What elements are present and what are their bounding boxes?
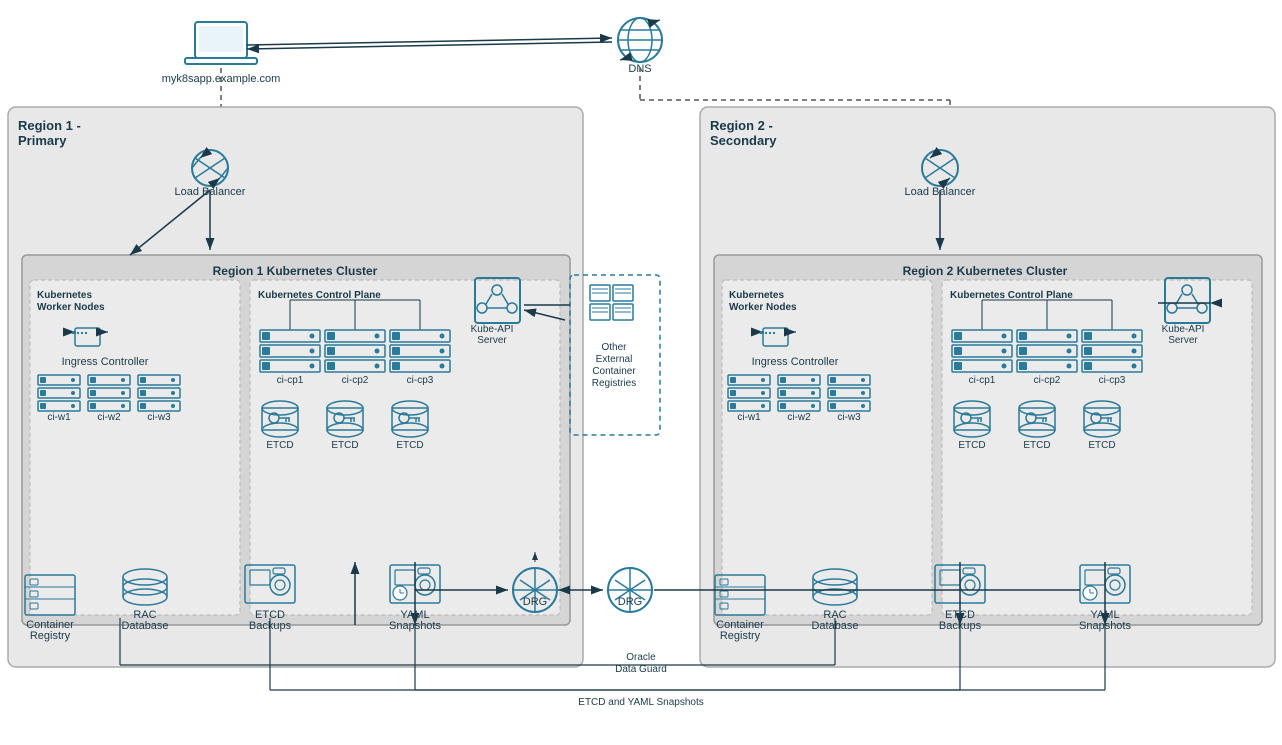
container-registry1-label2: Registry: [30, 630, 71, 642]
other-registries-label2: External: [596, 354, 633, 365]
etcd3-r1-label: ETCD: [396, 440, 423, 451]
other-registries-icon: [590, 285, 633, 320]
ci-cp3-r2-label: ci-cp3: [1099, 375, 1126, 386]
ci-cp1-r1-label: ci-cp1: [277, 375, 304, 386]
diagram-container: myk8sapp.example.com DNS Region 1 - Prim…: [0, 0, 1282, 745]
region2-label: Region 2 -: [710, 118, 773, 133]
ci-cp1-r2-label: ci-cp1: [969, 375, 996, 386]
ci-w2-r1-label: ci-w2: [97, 412, 121, 423]
region1-label2: Primary: [18, 133, 67, 148]
etcd2-r1-label: ETCD: [331, 440, 358, 451]
control-plane1-title: Kubernetes Control Plane: [258, 290, 381, 301]
other-registries-label4: Registries: [592, 378, 636, 389]
region1-label: Region 1 -: [18, 118, 81, 133]
worker-nodes2-box: [722, 280, 932, 615]
worker-nodes1-title: Kubernetes: [37, 290, 92, 301]
oracle-data-guard-label2: Data Guard: [615, 664, 667, 675]
dns-icon: [618, 18, 662, 62]
worker-nodes1-box: [30, 280, 240, 615]
etcd2-r2-label: ETCD: [1023, 440, 1050, 451]
ci-cp3-r1-label: ci-cp3: [407, 375, 434, 386]
ci-w1-r1-label: ci-w1: [47, 412, 71, 423]
ci-w3-r1-label: ci-w3: [147, 412, 171, 423]
region2-cluster-label: Region 2 Kubernetes Cluster: [903, 264, 1068, 278]
rac-db1-label2: Database: [121, 620, 168, 632]
ci-w1-r2-label: ci-w1: [737, 412, 761, 423]
etcd3-r2-label: ETCD: [1088, 440, 1115, 451]
etcd-yaml-snapshots-label: ETCD and YAML Snapshots: [578, 697, 703, 708]
kube-api2-label: Kube-API: [1162, 324, 1205, 335]
ingress2-label: Ingress Controller: [752, 356, 839, 368]
kube-api1-label2: Server: [477, 335, 507, 346]
ingress1-label: Ingress Controller: [62, 356, 149, 368]
drg2-label: DRG: [618, 596, 642, 608]
laptop-icon: [185, 22, 257, 64]
container-registry2-label2: Registry: [720, 630, 761, 642]
control-plane2-title: Kubernetes Control Plane: [950, 290, 1073, 301]
other-registries-label3: Container: [592, 366, 636, 377]
worker-nodes1-title2: Worker Nodes: [37, 302, 105, 313]
drg1-label: DRG: [523, 596, 547, 608]
etcd1-r1-label: ETCD: [266, 440, 293, 451]
worker-nodes2-title: Kubernetes: [729, 290, 784, 301]
ci-cp2-r1-label: ci-cp2: [342, 375, 369, 386]
kube-api2-label2: Server: [1168, 335, 1198, 346]
region2-label2: Secondary: [710, 133, 777, 148]
other-registries-label1: Other: [601, 342, 627, 353]
ci-w2-r2-label: ci-w2: [787, 412, 811, 423]
oracle-data-guard-label: Oracle: [626, 652, 656, 663]
etcd1-r2-label: ETCD: [958, 440, 985, 451]
region1-cluster-label: Region 1 Kubernetes Cluster: [213, 264, 378, 278]
kube-api1-label: Kube-API: [471, 324, 514, 335]
ci-w3-r2-label: ci-w3: [837, 412, 861, 423]
ci-cp2-r2-label: ci-cp2: [1034, 375, 1061, 386]
worker-nodes2-title2: Worker Nodes: [729, 302, 797, 313]
